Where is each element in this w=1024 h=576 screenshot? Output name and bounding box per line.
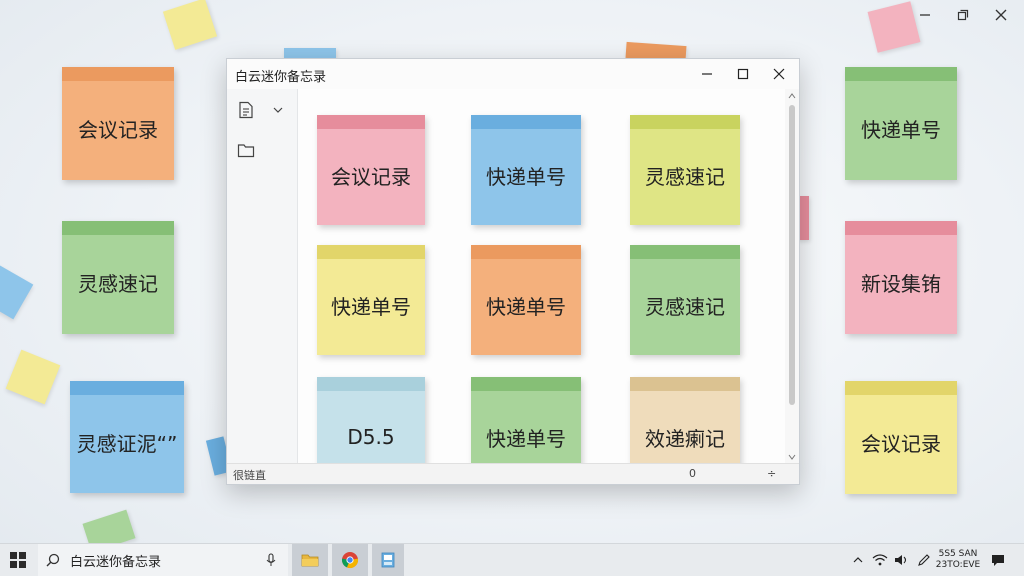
app-note[interactable]: 快递单号 bbox=[471, 115, 581, 225]
app-note[interactable]: 快递单号 bbox=[317, 245, 425, 355]
search-text: 白云迷你备忘录 bbox=[70, 554, 162, 570]
windows-start-icon bbox=[10, 552, 26, 568]
window-title: 白云迷你备忘录 bbox=[235, 70, 327, 85]
new-note-button[interactable] bbox=[235, 99, 257, 121]
system-minimize-button[interactable] bbox=[914, 4, 936, 26]
chrome-icon bbox=[341, 552, 359, 568]
app-note[interactable]: 灵感速记 bbox=[630, 115, 740, 225]
status-text: 很链直 bbox=[233, 469, 266, 482]
folder-icon bbox=[301, 554, 319, 567]
app-window: 白云迷你备忘录 会议记录 快递单号 灵感速记 快递单号 快递单号 灵感速记 D5… bbox=[226, 58, 800, 485]
document-icon bbox=[239, 101, 253, 119]
app-note[interactable]: 快递单号 bbox=[471, 377, 581, 464]
notification-icon bbox=[992, 554, 1004, 566]
taskbar: 白云迷你备忘录 5S5 SAN 23TO:EVE bbox=[0, 543, 1024, 576]
pen-icon bbox=[918, 554, 930, 566]
desktop-note[interactable]: 快递单号 bbox=[845, 67, 957, 180]
app-note[interactable]: 灵感速记 bbox=[630, 245, 740, 355]
desktop-note[interactable]: 会议记录 bbox=[62, 67, 174, 180]
close-button[interactable] bbox=[761, 61, 797, 87]
close-icon bbox=[773, 68, 785, 80]
chevron-up-icon bbox=[853, 557, 863, 563]
microphone-icon bbox=[266, 553, 276, 566]
taskbar-notes-app[interactable] bbox=[372, 544, 404, 576]
status-indicator: 0 bbox=[689, 467, 696, 480]
tray-network[interactable] bbox=[870, 544, 890, 576]
speaker-icon bbox=[895, 555, 907, 565]
taskbar-search[interactable]: 白云迷你备忘录 bbox=[38, 544, 288, 576]
decor-note bbox=[162, 0, 218, 50]
maximize-button[interactable] bbox=[725, 61, 761, 87]
tray-clock[interactable]: 5S5 SAN 23TO:EVE bbox=[936, 544, 980, 576]
app-note[interactable]: 效递瘌记 bbox=[630, 377, 740, 464]
notification-center-button[interactable] bbox=[986, 544, 1010, 576]
maximize-icon bbox=[737, 68, 749, 80]
window-titlebar[interactable]: 白云迷你备忘录 bbox=[227, 59, 799, 89]
tray-pen[interactable] bbox=[914, 544, 934, 576]
folder-button[interactable] bbox=[235, 139, 257, 161]
desktop-note[interactable]: 灵感速记 bbox=[62, 221, 174, 334]
taskbar-browser[interactable] bbox=[332, 544, 368, 576]
app-note[interactable]: D5.5 bbox=[317, 377, 425, 464]
app-note[interactable]: 会议记录 bbox=[317, 115, 425, 225]
system-close-button[interactable] bbox=[990, 4, 1012, 26]
decor-note bbox=[0, 264, 34, 320]
close-icon bbox=[995, 9, 1007, 21]
minimize-button[interactable] bbox=[689, 61, 725, 87]
dropdown-toggle[interactable] bbox=[269, 99, 287, 121]
system-maximize-button[interactable] bbox=[952, 4, 974, 26]
clock-date: 23TO:EVE bbox=[935, 560, 981, 570]
desktop-note[interactable]: 新设集铕 bbox=[845, 221, 957, 334]
tray-chevron[interactable] bbox=[850, 544, 866, 576]
wifi-icon bbox=[872, 554, 888, 566]
restore-icon bbox=[957, 9, 969, 21]
sidebar bbox=[227, 89, 298, 464]
folder-icon bbox=[237, 144, 255, 158]
decor-note bbox=[867, 1, 921, 53]
clock-time: 5S5 SAN bbox=[938, 549, 978, 559]
desktop-note[interactable]: 会议记录 bbox=[845, 381, 957, 494]
notes-grid: 会议记录 快递单号 灵感速记 快递单号 快递单号 灵感速记 D5.5 快递单号 … bbox=[298, 89, 785, 464]
scroll-up-icon bbox=[788, 93, 796, 99]
desktop-note[interactable]: 灵感证泥“” bbox=[70, 381, 184, 493]
minimize-icon bbox=[702, 73, 712, 75]
scroll-thumb[interactable] bbox=[789, 105, 795, 405]
tray-volume[interactable] bbox=[892, 544, 912, 576]
status-bar: 很链直 0 ÷ bbox=[227, 463, 799, 484]
decor-note bbox=[5, 349, 61, 405]
scroll-down-icon bbox=[788, 454, 796, 460]
minimize-icon bbox=[920, 14, 930, 16]
app-note[interactable]: 快递单号 bbox=[471, 245, 581, 355]
start-button[interactable] bbox=[0, 544, 36, 576]
chevron-down-icon bbox=[273, 107, 283, 113]
taskbar-explorer[interactable] bbox=[292, 544, 328, 576]
vertical-scrollbar[interactable] bbox=[785, 89, 799, 464]
status-icon: ÷ bbox=[767, 467, 777, 480]
search-icon bbox=[46, 553, 60, 567]
notes-app-icon bbox=[381, 552, 395, 568]
